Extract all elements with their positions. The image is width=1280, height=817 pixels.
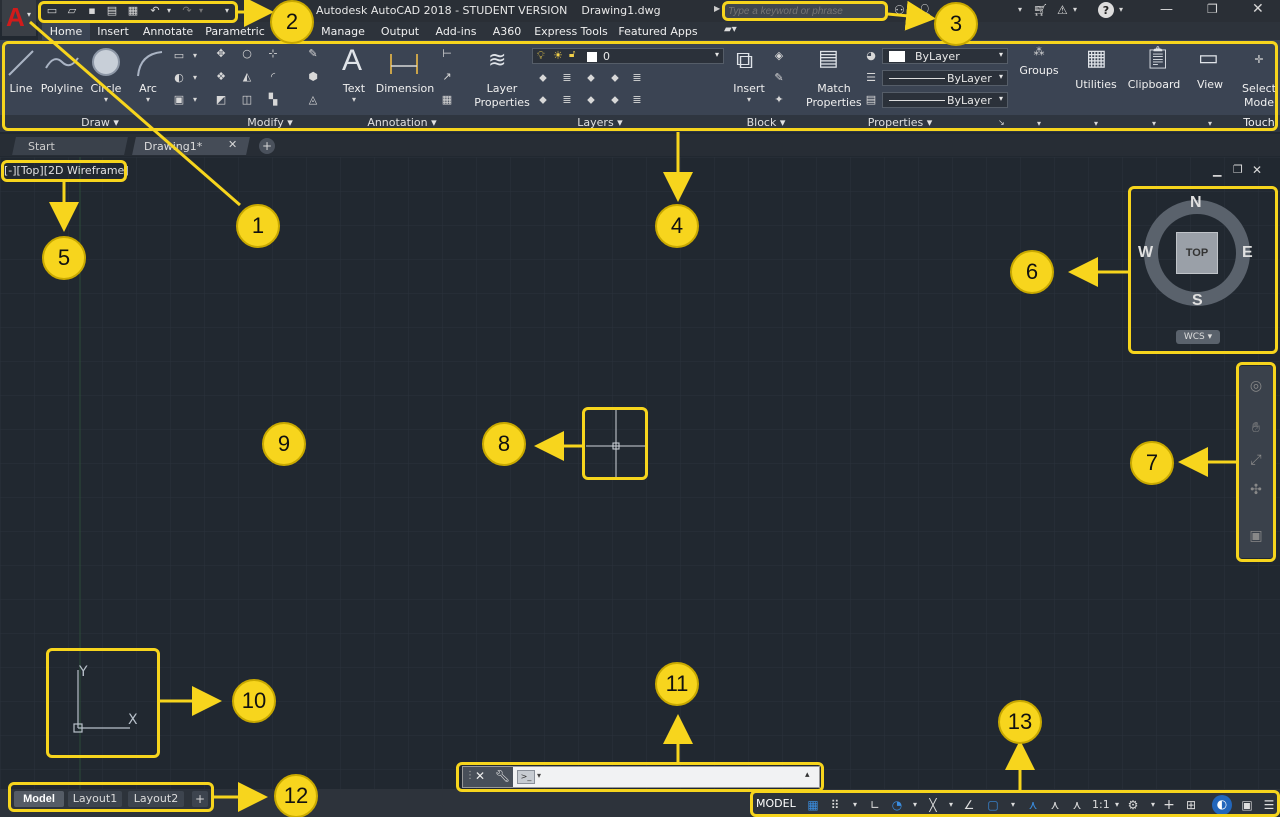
callout-number-2: 2 xyxy=(270,0,314,44)
callout-number-8: 8 xyxy=(482,422,526,466)
autocad-window: A ▾ ▭ ▱ ▪ ▤ ▦ ↶ ▾ ↷ ▾ ▾ Autodesk AutoCAD… xyxy=(0,0,1280,817)
callout-number-11: 11 xyxy=(655,662,699,706)
callout-number-9: 9 xyxy=(262,422,306,466)
callout-number-6: 6 xyxy=(1010,250,1054,294)
callout-number-5: 5 xyxy=(42,236,86,280)
callout-number-13: 13 xyxy=(998,700,1042,744)
callout-number-3: 3 xyxy=(934,2,978,46)
callout-number-7: 7 xyxy=(1130,441,1174,485)
callout-number-10: 10 xyxy=(232,679,276,723)
callout-number-1: 1 xyxy=(236,204,280,248)
callout-number-12: 12 xyxy=(274,774,318,817)
callout-arrows xyxy=(29,0,1236,812)
callout-number-4: 4 xyxy=(655,204,699,248)
